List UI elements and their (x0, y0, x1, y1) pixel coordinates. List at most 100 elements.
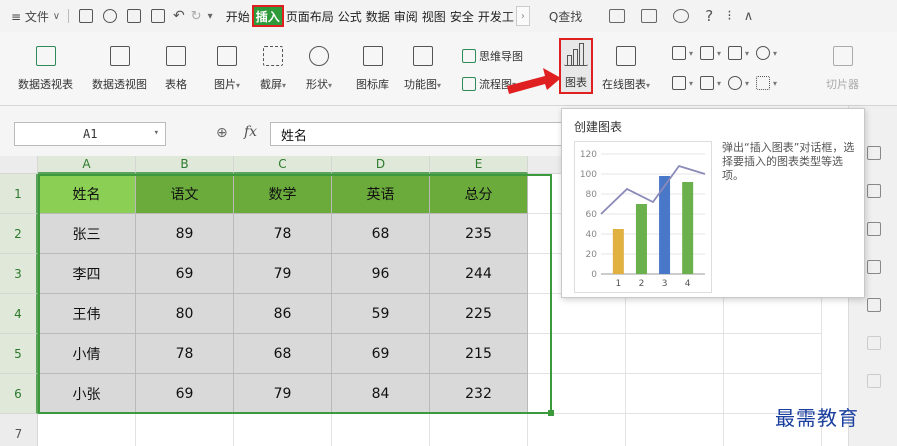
table-header-cell[interactable]: 英语 (332, 174, 430, 214)
tab-6[interactable]: 视图 (420, 4, 448, 28)
table-cell[interactable]: 96 (332, 254, 430, 294)
print-icon[interactable] (127, 9, 142, 23)
collapse-ribbon-icon[interactable]: ∧ (738, 4, 760, 28)
empty-cell[interactable] (332, 414, 430, 446)
column-header-a[interactable]: A (38, 156, 136, 174)
mind-map-button[interactable]: 思维导图 (462, 48, 523, 64)
column-chart-dropdown[interactable]: ▾ (672, 46, 693, 60)
table-cell[interactable]: 80 (136, 294, 234, 334)
table-cell[interactable]: 69 (136, 254, 234, 294)
column-header-d[interactable]: D (332, 156, 430, 174)
table-cell[interactable]: 王伟 (38, 294, 136, 334)
table-cell[interactable]: 78 (136, 334, 234, 374)
table-cell[interactable]: 小倩 (38, 334, 136, 374)
screenshot-button[interactable]: 截屏▾ (260, 46, 286, 92)
empty-cell[interactable] (430, 414, 528, 446)
tab-7[interactable]: 安全 (448, 4, 476, 28)
pivot-chart-button[interactable]: 数据透视图 (92, 46, 147, 92)
quick-access-dropdown-icon[interactable]: ▾ (205, 4, 216, 28)
table-cell[interactable]: 79 (234, 374, 332, 414)
table-header-cell[interactable]: 总分 (430, 174, 528, 214)
table-cell[interactable]: 235 (430, 214, 528, 254)
table-cell[interactable]: 69 (136, 374, 234, 414)
tabs-overflow-button[interactable]: › (515, 6, 530, 26)
row-header-1[interactable]: 1 (0, 174, 38, 214)
table-cell[interactable]: 69 (332, 334, 430, 374)
table-style-icon[interactable] (867, 260, 881, 274)
table-cell[interactable]: 59 (332, 294, 430, 334)
empty-cell[interactable] (136, 414, 234, 446)
area-chart-dropdown[interactable]: ▾ (672, 76, 693, 90)
tab-0[interactable]: 开始 (224, 4, 252, 28)
radar-chart-dropdown[interactable]: ▾ (728, 76, 749, 90)
pivot-table-button[interactable]: 数据透视表 (18, 46, 73, 92)
empty-cell[interactable] (38, 414, 136, 446)
bar-chart-dropdown[interactable]: ▾ (700, 46, 721, 60)
table-header-cell[interactable]: 数学 (234, 174, 332, 214)
table-cell[interactable]: 68 (234, 334, 332, 374)
empty-cell[interactable] (234, 414, 332, 446)
chart-button[interactable]: 图表 (559, 38, 593, 94)
chevron-down-icon[interactable]: ▾ (154, 128, 159, 138)
empty-cell[interactable] (724, 294, 822, 334)
select-all-corner[interactable] (0, 156, 38, 174)
search-button[interactable]: Q查找 (546, 4, 585, 28)
tab-1[interactable]: 插入 (251, 5, 284, 27)
empty-cell[interactable] (724, 334, 822, 374)
table-button[interactable]: 表格 (165, 46, 187, 92)
table-cell[interactable]: 244 (430, 254, 528, 294)
row-header-6[interactable]: 6 (0, 374, 38, 414)
empty-cell[interactable] (626, 374, 724, 414)
column-header-e[interactable]: E (430, 156, 528, 174)
select-icon[interactable] (867, 146, 881, 160)
tab-8[interactable]: 开发工 (476, 4, 516, 28)
file-menu[interactable]: ≡ 文件 ∨ (8, 4, 63, 28)
print-preview-icon[interactable] (151, 9, 166, 23)
table-header-cell[interactable]: 姓名 (38, 174, 136, 214)
zoom-icon[interactable]: ⊕ (216, 125, 228, 141)
backup-icon[interactable] (867, 336, 881, 350)
export-icon[interactable] (103, 9, 118, 23)
grid-icon[interactable] (867, 298, 881, 312)
row-header-5[interactable]: 5 (0, 334, 38, 374)
empty-cell[interactable] (626, 294, 724, 334)
share-icon[interactable] (609, 9, 626, 23)
tab-3[interactable]: 公式 (336, 4, 364, 28)
scatter-chart-dropdown[interactable]: ▾ (756, 76, 777, 90)
row-header-3[interactable]: 3 (0, 254, 38, 294)
fill-handle[interactable] (548, 410, 554, 416)
column-header-c[interactable]: C (234, 156, 332, 174)
pie-chart-dropdown[interactable]: ▾ (756, 46, 777, 60)
column-header-b[interactable]: B (136, 156, 234, 174)
shape-property-icon[interactable] (867, 184, 881, 198)
save-icon[interactable] (79, 9, 94, 23)
table-cell[interactable]: 68 (332, 214, 430, 254)
table-cell[interactable]: 小张 (38, 374, 136, 414)
tab-5[interactable]: 审阅 (392, 4, 420, 28)
style-icon[interactable] (867, 222, 881, 236)
empty-cell[interactable] (626, 414, 724, 446)
redo-icon[interactable]: ↻ (188, 4, 205, 28)
table-cell[interactable]: 78 (234, 214, 332, 254)
more-options-icon[interactable]: ⁝ (721, 4, 737, 28)
picture-button[interactable]: 图片▾ (214, 46, 240, 92)
table-header-cell[interactable]: 语文 (136, 174, 234, 214)
cloud-icon[interactable] (641, 9, 658, 23)
row-header-7[interactable]: 7 (0, 414, 38, 446)
icon-library-button[interactable]: 图标库 (356, 46, 389, 92)
empty-cell[interactable] (626, 334, 724, 374)
table-cell[interactable]: 张三 (38, 214, 136, 254)
table-cell[interactable]: 79 (234, 254, 332, 294)
slicer-button[interactable]: 切片器 (826, 46, 859, 92)
stock-chart-dropdown[interactable]: ▾ (700, 76, 721, 90)
share-panel-icon[interactable] (867, 374, 881, 388)
function-chart-button[interactable]: 功能图▾ (404, 46, 441, 92)
tab-4[interactable]: 数据 (364, 4, 392, 28)
undo-icon[interactable]: ↶ (170, 4, 188, 28)
table-cell[interactable]: 86 (234, 294, 332, 334)
fx-icon[interactable]: fx (244, 124, 257, 140)
table-cell[interactable]: 84 (332, 374, 430, 414)
help-icon[interactable]: ? (697, 4, 721, 28)
shape-button[interactable]: 形状▾ (306, 46, 332, 92)
row-header-4[interactable]: 4 (0, 294, 38, 334)
